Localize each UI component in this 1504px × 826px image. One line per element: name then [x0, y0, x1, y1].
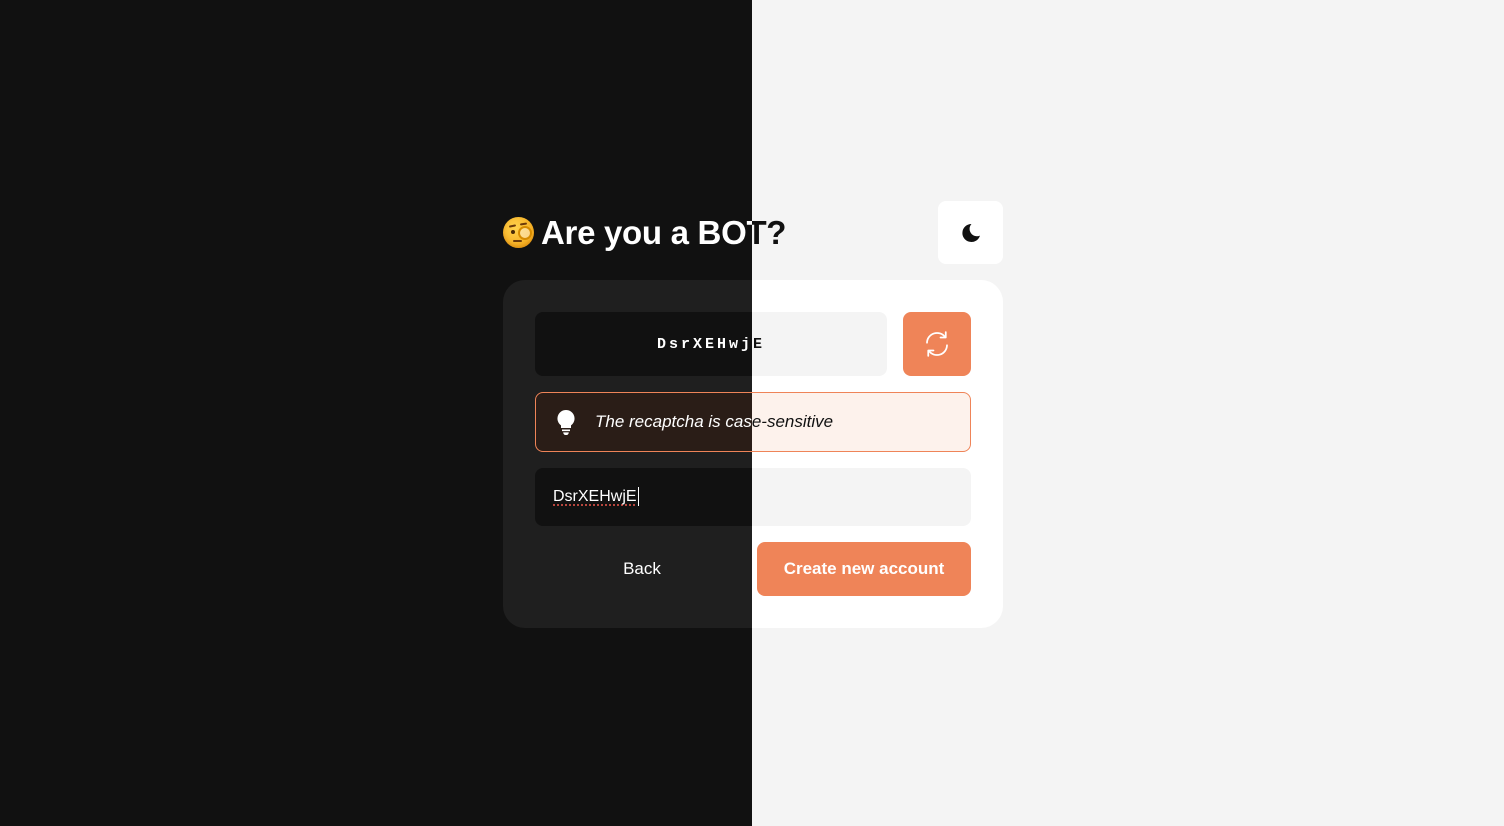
refresh-icon: [926, 331, 948, 357]
page-title: Are you a BOT?: [541, 214, 787, 251]
face-with-monocle-icon: [503, 217, 534, 248]
captcha-answer-value: DsrXEHwjE: [553, 488, 637, 505]
back-button[interactable]: Back: [535, 542, 749, 596]
theme-toggle-button[interactable]: [938, 201, 1003, 264]
lightbulb-icon: [555, 409, 577, 440]
text-cursor: [637, 487, 639, 507]
moon-icon: [961, 223, 980, 242]
create-account-button[interactable]: Create new account: [757, 542, 971, 596]
refresh-captcha-button[interactable]: [903, 312, 971, 376]
